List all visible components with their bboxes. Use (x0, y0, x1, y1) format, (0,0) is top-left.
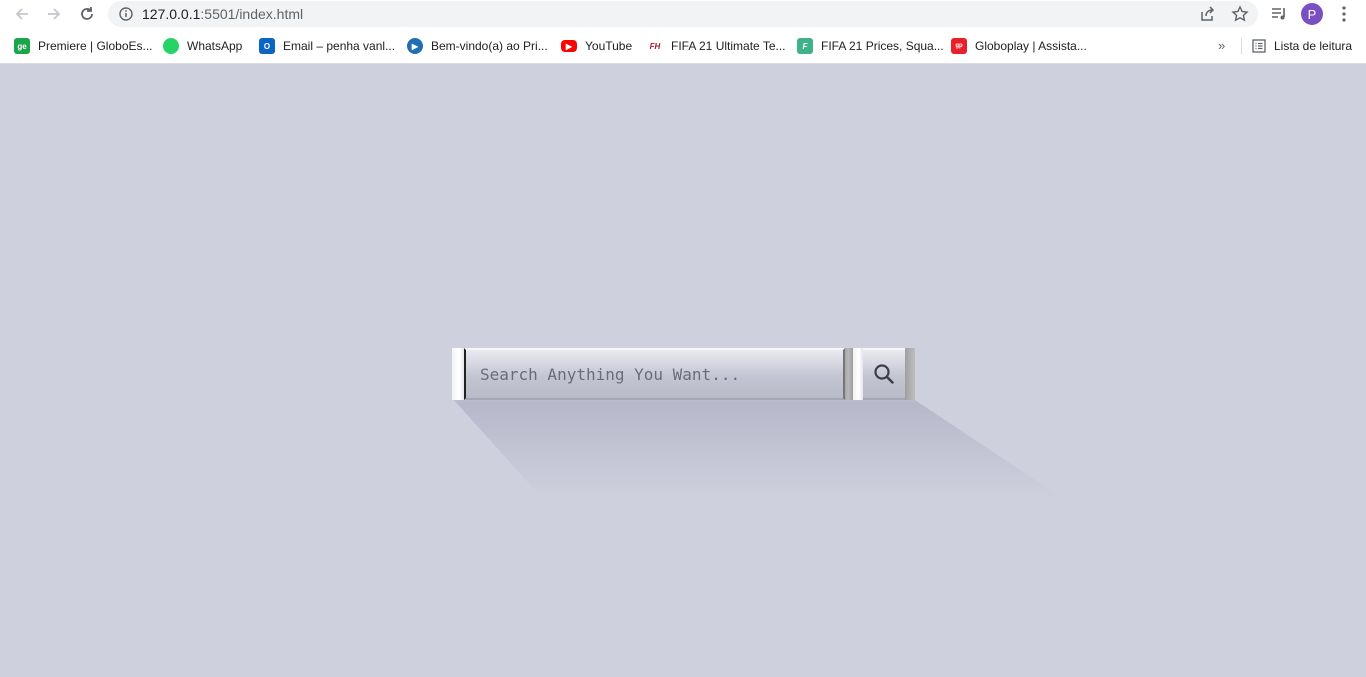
url-path: :5501/index.html (200, 6, 304, 22)
search-icon (874, 364, 894, 384)
search-bar-long-shadow (452, 398, 1062, 498)
bookmark-item[interactable]: WhatsApp (163, 37, 242, 55)
profile-avatar[interactable]: P (1301, 3, 1323, 25)
bookmark-divider (1241, 38, 1242, 54)
search-bar-divider (845, 348, 853, 400)
media-control-icon[interactable] (1270, 5, 1288, 23)
bookmark-item[interactable]: FH FIFA 21 Ultimate Te... (647, 37, 786, 55)
globoplay-icon: gp (951, 38, 967, 54)
url-host: 127.0.0.1 (142, 6, 201, 22)
youtube-icon: ▶ (561, 40, 577, 52)
bookmarks-bar: ge Premiere | GloboEs... WhatsApp O Emai… (0, 28, 1366, 64)
reading-list-button[interactable]: Lista de leitura (1252, 37, 1352, 55)
bookmark-label: Email – penha vanl... (283, 39, 396, 53)
futhead-icon: FH (649, 41, 661, 51)
search-bar-divider-highlight (853, 348, 863, 400)
bookmark-label: WhatsApp (187, 39, 243, 53)
bookmark-item[interactable]: ▶ YouTube (561, 37, 632, 55)
back-button[interactable] (11, 4, 33, 24)
forward-button[interactable] (43, 4, 65, 24)
bookmark-item[interactable]: ge Premiere | GloboEs... (14, 37, 153, 55)
bookmark-item[interactable]: O Email – penha vanl... (259, 37, 395, 55)
share-icon[interactable] (1198, 5, 1216, 23)
bookmark-item[interactable]: ▶ Bem-vindo(a) ao Pri... (407, 37, 548, 55)
address-bar[interactable]: 127.0.0.1:5501/index.html (108, 1, 1258, 27)
chevron-double-right-icon[interactable]: » (1218, 38, 1225, 53)
bookmark-label: Globoplay | Assista... (975, 39, 1087, 53)
menu-kebab-icon[interactable] (1335, 5, 1353, 23)
reading-list-icon (1252, 39, 1266, 53)
bookmark-label: YouTube (585, 39, 633, 53)
bookmark-label: FIFA 21 Ultimate Te... (671, 39, 786, 53)
bookmark-star-icon[interactable] (1231, 5, 1249, 23)
reload-button[interactable] (76, 4, 98, 24)
ge-icon: ge (14, 38, 30, 54)
bookmark-label: Bem-vindo(a) ao Pri... (431, 39, 548, 53)
bookmark-label: FIFA 21 Prices, Squa... (821, 39, 944, 53)
search-bar (452, 348, 915, 400)
bookmark-item[interactable]: F FIFA 21 Prices, Squa... (797, 37, 944, 55)
forward-arrow-icon (48, 8, 61, 20)
reload-icon (81, 7, 93, 20)
url-text[interactable]: 127.0.0.1:5501/index.html (142, 6, 303, 22)
reading-list-label: Lista de leitura (1274, 39, 1353, 53)
outlook-icon: O (259, 38, 275, 54)
search-button[interactable] (863, 348, 905, 400)
bookmark-item[interactable]: gp Globoplay | Assista... (951, 37, 1087, 55)
search-bar-left-edge (452, 348, 464, 400)
back-arrow-icon (15, 8, 28, 20)
whatsapp-icon (163, 38, 179, 54)
bookmark-label: Premiere | GloboEs... (38, 39, 153, 53)
site-info-icon[interactable] (119, 7, 133, 21)
prime-video-icon: ▶ (407, 38, 423, 54)
search-input[interactable] (464, 348, 845, 400)
browser-toolbar: 127.0.0.1:5501/index.html P (0, 0, 1366, 28)
futbin-icon: F (797, 38, 813, 54)
search-bar-right-edge (905, 348, 915, 400)
